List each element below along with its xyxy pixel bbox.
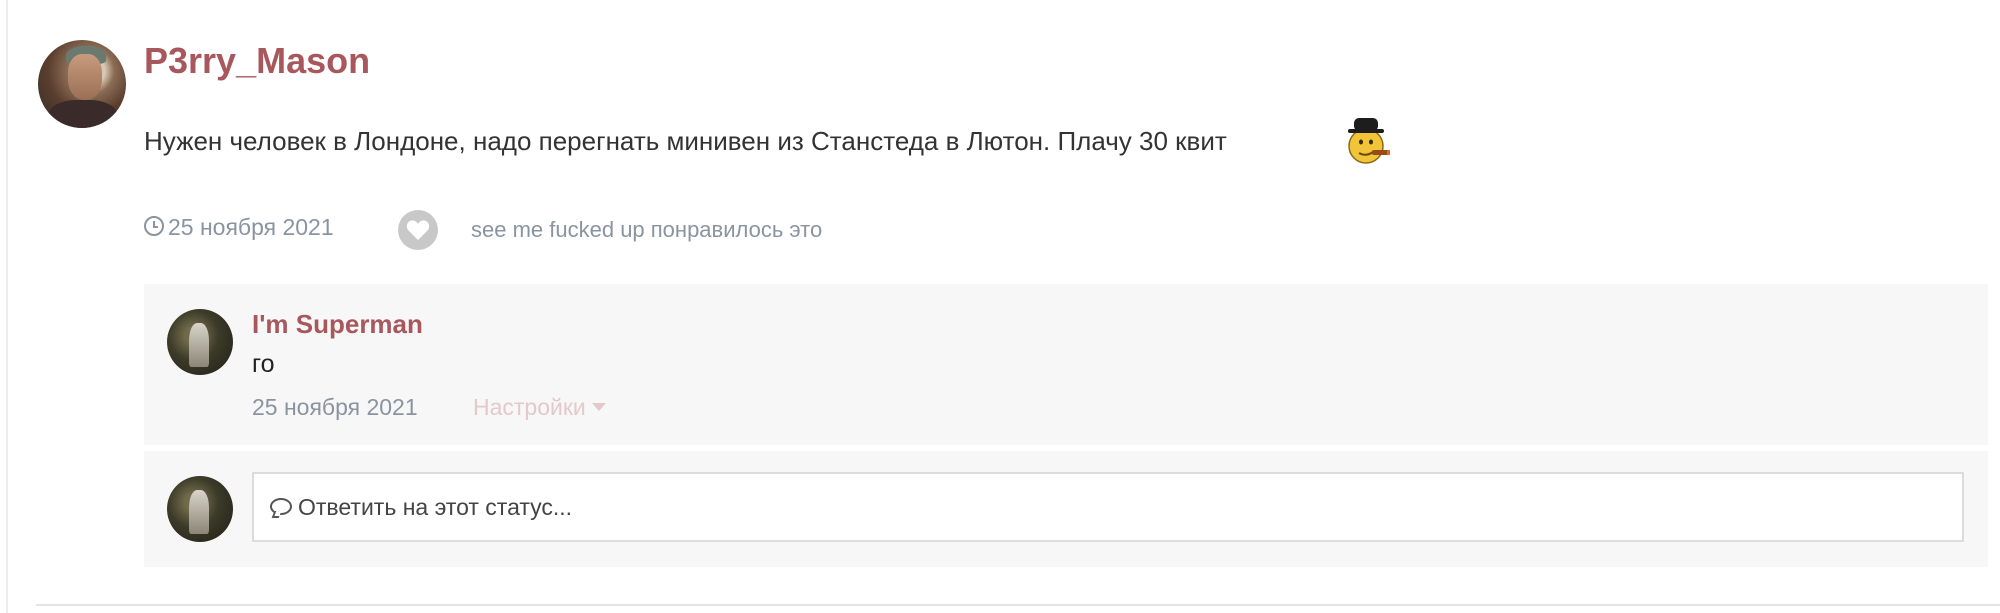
clock-icon	[144, 216, 164, 236]
comment-text: го	[252, 350, 275, 378]
heart-icon	[406, 220, 430, 240]
comment-options-label: Настройки	[473, 394, 586, 420]
status-date[interactable]: 25 ноября 2021	[144, 214, 334, 241]
status-page: P3rry_Mason Нужен человек в Лондоне, над…	[0, 0, 2000, 613]
status-author-link[interactable]: P3rry_Mason	[144, 40, 370, 82]
smiley-hat-cigar-icon	[1348, 118, 1390, 164]
current-user-avatar	[167, 476, 233, 542]
caret-down-icon	[591, 403, 606, 411]
comment-options-dropdown[interactable]: Настройки	[473, 394, 606, 421]
comment-author-link[interactable]: I'm Superman	[252, 309, 423, 340]
status-text: Нужен человек в Лондоне, надо перегнать …	[144, 126, 1227, 156]
left-divider	[6, 0, 8, 613]
author-avatar[interactable]	[38, 40, 126, 128]
reply-input[interactable]: Ответить на этот статус...	[252, 472, 1964, 542]
reply-placeholder-text: Ответить на этот статус...	[298, 494, 573, 520]
status-date-text: 25 ноября 2021	[168, 214, 334, 240]
bottom-divider	[36, 604, 2000, 606]
likes-summary-link[interactable]: see me fucked up понравилось это	[471, 217, 822, 243]
comment-date[interactable]: 25 ноября 2021	[252, 394, 418, 421]
like-button[interactable]	[398, 210, 438, 250]
commenter-avatar[interactable]	[167, 309, 233, 375]
reply-placeholder: Ответить на этот статус...	[270, 494, 572, 521]
comment-icon	[270, 498, 292, 515]
